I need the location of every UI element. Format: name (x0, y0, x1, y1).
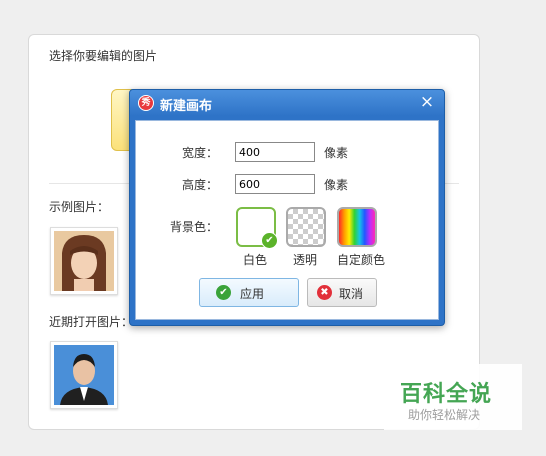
cancel-button[interactable]: ✖ 取消 (307, 278, 377, 307)
dialog-titlebar[interactable]: 秀 新建画布 × (130, 90, 444, 116)
width-field[interactable] (235, 142, 315, 162)
apply-button-label: 应用 (240, 287, 265, 301)
transparent-swatch-label: 透明 (293, 253, 318, 267)
white-swatch-label: 白色 (243, 253, 268, 267)
height-label: 高度： (181, 178, 218, 192)
custom-color-swatch-label: 自定颜色 (337, 253, 386, 267)
check-icon: ✔ (216, 285, 231, 300)
example-image-thumbnail[interactable] (50, 227, 118, 295)
white-swatch[interactable]: ✔ (236, 207, 278, 249)
background-color-label: 背景色： (169, 220, 218, 234)
close-icon[interactable]: × (418, 93, 436, 111)
recent-images-label: 近期打开图片： (49, 315, 134, 329)
new-canvas-dialog: 秀 新建画布 × 宽度： 像素 高度： 像素 背景色： ✔ 白色 透明 自定颜色… (129, 89, 445, 326)
watermark-title: 百科全说 (400, 382, 493, 407)
app-logo-icon: 秀 (138, 95, 154, 111)
selected-check-icon: ✔ (261, 232, 278, 249)
watermark-subtitle: 助你轻松解决 (408, 408, 481, 422)
portrait-man-image (54, 345, 114, 405)
transparent-swatch[interactable] (286, 207, 326, 247)
width-label: 宽度： (181, 146, 218, 160)
cancel-icon: ✖ (317, 285, 332, 300)
example-images-label: 示例图片： (49, 200, 110, 214)
panel-title: 选择你要编辑的图片 (49, 49, 158, 63)
portrait-woman-image (54, 231, 114, 291)
custom-color-swatch[interactable] (337, 207, 377, 247)
cancel-button-label: 取消 (339, 287, 364, 301)
watermark: 百科全说 助你轻松解决 (384, 364, 522, 430)
height-unit: 像素 (324, 178, 349, 192)
height-field[interactable] (235, 174, 315, 194)
dialog-title: 新建画布 (160, 99, 213, 114)
apply-button[interactable]: ✔ 应用 (199, 278, 299, 307)
dialog-body: 宽度： 像素 高度： 像素 背景色： ✔ 白色 透明 自定颜色 ✔ 应用 ✖ 取… (135, 120, 439, 320)
width-unit: 像素 (324, 146, 349, 160)
recent-image-thumbnail[interactable] (50, 341, 118, 409)
